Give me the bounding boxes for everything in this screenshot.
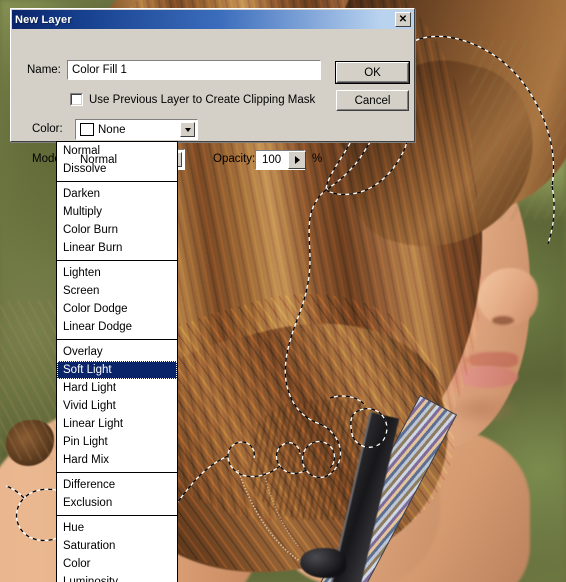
opacity-slider-arrow-right-icon[interactable]: [288, 151, 306, 169]
dropdown-separator: [57, 178, 177, 185]
mode-option-difference[interactable]: Difference: [57, 476, 177, 494]
necklace-pendant: [300, 548, 346, 578]
mode-value: Normal: [80, 153, 118, 166]
opacity-label: Opacity:: [213, 153, 256, 165]
new-layer-dialog[interactable]: New Layer ✕ Name: Color Fill 1 Use Previ…: [10, 8, 415, 170]
mode-option-color-dodge[interactable]: Color Dodge: [57, 300, 177, 318]
dropdown-separator: [57, 469, 177, 476]
layer-name-input[interactable]: Color Fill 1: [67, 60, 321, 80]
mode-option-soft-light[interactable]: Soft Light: [57, 361, 177, 379]
mode-option-hue[interactable]: Hue: [57, 519, 177, 537]
lower-lip: [462, 366, 518, 388]
name-label: Name:: [27, 64, 61, 76]
dropdown-separator: [57, 512, 177, 519]
mode-option-multiply[interactable]: Multiply: [57, 203, 177, 221]
dialog-title: New Layer: [15, 13, 72, 26]
mode-option-linear-dodge[interactable]: Linear Dodge: [57, 318, 177, 336]
mode-option-saturation[interactable]: Saturation: [57, 537, 177, 555]
dropdown-separator: [57, 257, 177, 264]
close-icon[interactable]: ✕: [395, 12, 411, 27]
mode-option-luminosity[interactable]: Luminosity: [57, 573, 177, 582]
mode-dropdown-list[interactable]: Normal Dissolve Darken Multiply Color Burn Li…: [56, 141, 178, 582]
dropdown-separator: [57, 336, 177, 343]
clipping-mask-checkbox[interactable]: [70, 93, 83, 106]
mode-option-hard-mix[interactable]: Hard Mix: [57, 451, 177, 469]
mode-option-hard-light[interactable]: Hard Light: [57, 379, 177, 397]
mode-option-exclusion[interactable]: Exclusion: [57, 494, 177, 512]
mode-option-darken[interactable]: Darken: [57, 185, 177, 203]
hair-wisps-right: [470, 40, 566, 220]
opacity-unit: %: [312, 153, 323, 165]
mode-option-linear-burn[interactable]: Linear Burn: [57, 239, 177, 257]
mode-option-pin-light[interactable]: Pin Light: [57, 433, 177, 451]
dialog-titlebar[interactable]: New Layer ✕: [12, 10, 413, 29]
clipping-mask-row[interactable]: Use Previous Layer to Create Clipping Ma…: [70, 93, 315, 106]
color-label: Color:: [32, 123, 63, 135]
mode-option-linear-light[interactable]: Linear Light: [57, 415, 177, 433]
layer-name-value: Color Fill 1: [72, 64, 127, 76]
nostril: [492, 316, 514, 325]
mode-option-vivid-light[interactable]: Vivid Light: [57, 397, 177, 415]
cancel-button[interactable]: Cancel: [336, 90, 409, 111]
mode-option-screen[interactable]: Screen: [57, 282, 177, 300]
dialog-body: Name: Color Fill 1 Use Previous Layer to…: [11, 30, 414, 170]
color-value: None: [98, 123, 126, 136]
opacity-value: 100: [262, 154, 282, 166]
color-combobox[interactable]: None: [75, 119, 198, 140]
mode-option-overlay[interactable]: Overlay: [57, 343, 177, 361]
color-dropdown-chevron-down-icon[interactable]: [180, 122, 195, 137]
mode-option-color-burn[interactable]: Color Burn: [57, 221, 177, 239]
mode-option-color[interactable]: Color: [57, 555, 177, 573]
clipping-mask-label: Use Previous Layer to Create Clipping Ma…: [89, 93, 316, 106]
color-swatch-icon: [80, 123, 94, 136]
ok-button[interactable]: OK: [336, 62, 409, 83]
mode-option-lighten[interactable]: Lighten: [57, 264, 177, 282]
